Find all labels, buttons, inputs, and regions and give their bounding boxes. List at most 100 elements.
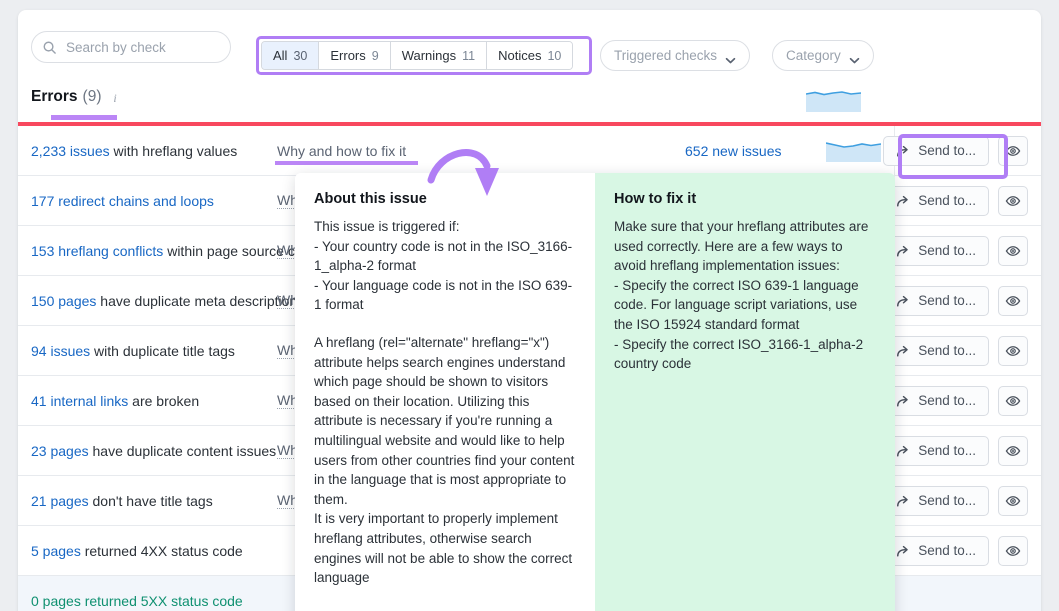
- send-to-label: Send to...: [918, 193, 976, 208]
- hide-issue-button[interactable]: [998, 286, 1028, 316]
- row-actions: Send to...: [883, 286, 1028, 316]
- new-issues-link[interactable]: 652 new issues: [685, 143, 782, 159]
- how-to-fix-it-panel: How to fix it Make sure that your hrefla…: [595, 173, 895, 611]
- share-arrow-icon: [896, 194, 910, 208]
- svg-text:i: i: [114, 91, 117, 104]
- hide-issue-button[interactable]: [998, 436, 1028, 466]
- send-to-button[interactable]: Send to...: [883, 386, 989, 416]
- issue-description: 0 pages returned 5XX status code: [31, 593, 243, 609]
- app-root: All30Errors9Warnings11Notices10 Triggere…: [0, 0, 1059, 611]
- why-and-how-to-fix-it-link[interactable]: Why and how to fix it: [277, 143, 406, 159]
- eye-icon: [1005, 443, 1021, 459]
- about-this-issue-panel: About this issue This issue is triggered…: [295, 173, 595, 611]
- search-icon: [42, 40, 57, 55]
- about-heading: About this issue: [314, 191, 576, 207]
- toolbar: All30Errors9Warnings11Notices10 Triggere…: [18, 10, 1041, 78]
- table-row[interactable]: 2,233 issues with hreflang values Why and…: [18, 126, 1041, 176]
- send-to-button[interactable]: Send to...: [883, 486, 989, 516]
- send-to-button[interactable]: Send to...: [883, 136, 989, 166]
- issue-text: are broken: [128, 393, 199, 409]
- issue-count-link[interactable]: 5 pages: [31, 543, 81, 559]
- eye-icon: [1005, 143, 1021, 159]
- send-to-label: Send to...: [918, 243, 976, 258]
- issue-text: with duplicate title tags: [90, 343, 235, 359]
- issue-count-link[interactable]: 41 internal links: [31, 393, 128, 409]
- row-actions: Send to...: [883, 186, 1028, 216]
- issue-count-link[interactable]: 150 pages: [31, 293, 96, 309]
- eye-icon: [1005, 393, 1021, 409]
- send-to-label: Send to...: [918, 343, 976, 358]
- fix-heading: How to fix it: [614, 191, 876, 207]
- row-actions: Send to...: [883, 336, 1028, 366]
- issue-description: 41 internal links are broken: [31, 393, 199, 409]
- issue-count-link[interactable]: 177 redirect chains and loops: [31, 193, 214, 209]
- info-icon[interactable]: i: [109, 91, 121, 104]
- section-underline-annotation: [51, 115, 117, 120]
- about-body-2: A hreflang (rel="alternate" hreflang="x"…: [314, 333, 576, 588]
- send-to-button[interactable]: Send to...: [883, 286, 989, 316]
- hide-issue-button[interactable]: [998, 136, 1028, 166]
- hide-issue-button[interactable]: [998, 336, 1028, 366]
- search-input[interactable]: [64, 39, 219, 56]
- row-actions: Send to...: [883, 536, 1028, 566]
- issue-count-link[interactable]: 94 issues: [31, 343, 90, 359]
- share-arrow-icon: [896, 344, 910, 358]
- share-arrow-icon: [896, 394, 910, 408]
- chevron-down-icon: [849, 52, 860, 59]
- issue-count-link[interactable]: 23 pages: [31, 443, 89, 459]
- hide-issue-button[interactable]: [998, 186, 1028, 216]
- hide-issue-button[interactable]: [998, 236, 1028, 266]
- share-arrow-icon: [896, 494, 910, 508]
- row-actions: Send to...: [883, 486, 1028, 516]
- issue-text: returned 4XX status code: [81, 543, 243, 559]
- section-count: (9): [83, 88, 102, 106]
- fix-body: Make sure that your hreflang attributes …: [614, 217, 876, 374]
- send-to-label: Send to...: [918, 493, 976, 508]
- chevron-down-icon: [725, 52, 736, 59]
- header-sparkline: [806, 90, 861, 112]
- issue-count-link[interactable]: 153 hreflang conflicts: [31, 243, 163, 259]
- eye-icon: [1005, 293, 1021, 309]
- share-arrow-icon: [896, 544, 910, 558]
- send-to-label: Send to...: [918, 293, 976, 308]
- row-actions: Send to...: [883, 236, 1028, 266]
- eye-icon: [1005, 343, 1021, 359]
- issue-count-link[interactable]: 2,233 issues: [31, 143, 110, 159]
- issue-description: 94 issues with duplicate title tags: [31, 343, 235, 359]
- issue-description: 153 hreflang conflicts within page sourc…: [31, 243, 318, 259]
- send-to-button[interactable]: Send to...: [883, 336, 989, 366]
- search-box[interactable]: [31, 31, 231, 63]
- row-actions: Send to...: [883, 136, 1028, 166]
- eye-icon: [1005, 493, 1021, 509]
- hide-issue-button[interactable]: [998, 386, 1028, 416]
- triggered-checks-dropdown[interactable]: Triggered checks: [600, 40, 750, 71]
- issue-description: 177 redirect chains and loops: [31, 193, 214, 209]
- send-to-button[interactable]: Send to...: [883, 186, 989, 216]
- issue-count-link[interactable]: 21 pages: [31, 493, 89, 509]
- about-body-1: This issue is triggered if: - Your count…: [314, 217, 576, 315]
- share-arrow-icon: [896, 444, 910, 458]
- row-actions: Send to...: [883, 386, 1028, 416]
- send-to-label: Send to...: [918, 143, 976, 158]
- issue-count-link[interactable]: 0 pages returned 5XX status code: [31, 593, 243, 609]
- send-to-button[interactable]: Send to...: [883, 236, 989, 266]
- tabs-highlight-annotation: [256, 36, 592, 75]
- section-header: Errors (9) i: [31, 88, 121, 106]
- hide-issue-button[interactable]: [998, 486, 1028, 516]
- share-arrow-icon: [896, 294, 910, 308]
- hide-issue-button[interactable]: [998, 536, 1028, 566]
- category-dropdown[interactable]: Category: [772, 40, 874, 71]
- row-sparkline: [826, 140, 881, 162]
- eye-icon: [1005, 543, 1021, 559]
- category-label: Category: [786, 48, 841, 63]
- send-to-button[interactable]: Send to...: [883, 436, 989, 466]
- eye-icon: [1005, 193, 1021, 209]
- send-to-label: Send to...: [918, 443, 976, 458]
- link-highlight-annotation: [275, 161, 418, 165]
- send-to-label: Send to...: [918, 543, 976, 558]
- row-actions: Send to...: [883, 436, 1028, 466]
- send-to-button[interactable]: Send to...: [883, 536, 989, 566]
- share-arrow-icon: [896, 244, 910, 258]
- issue-description: 23 pages have duplicate content issues: [31, 443, 276, 459]
- issue-text: with hreflang values: [110, 143, 238, 159]
